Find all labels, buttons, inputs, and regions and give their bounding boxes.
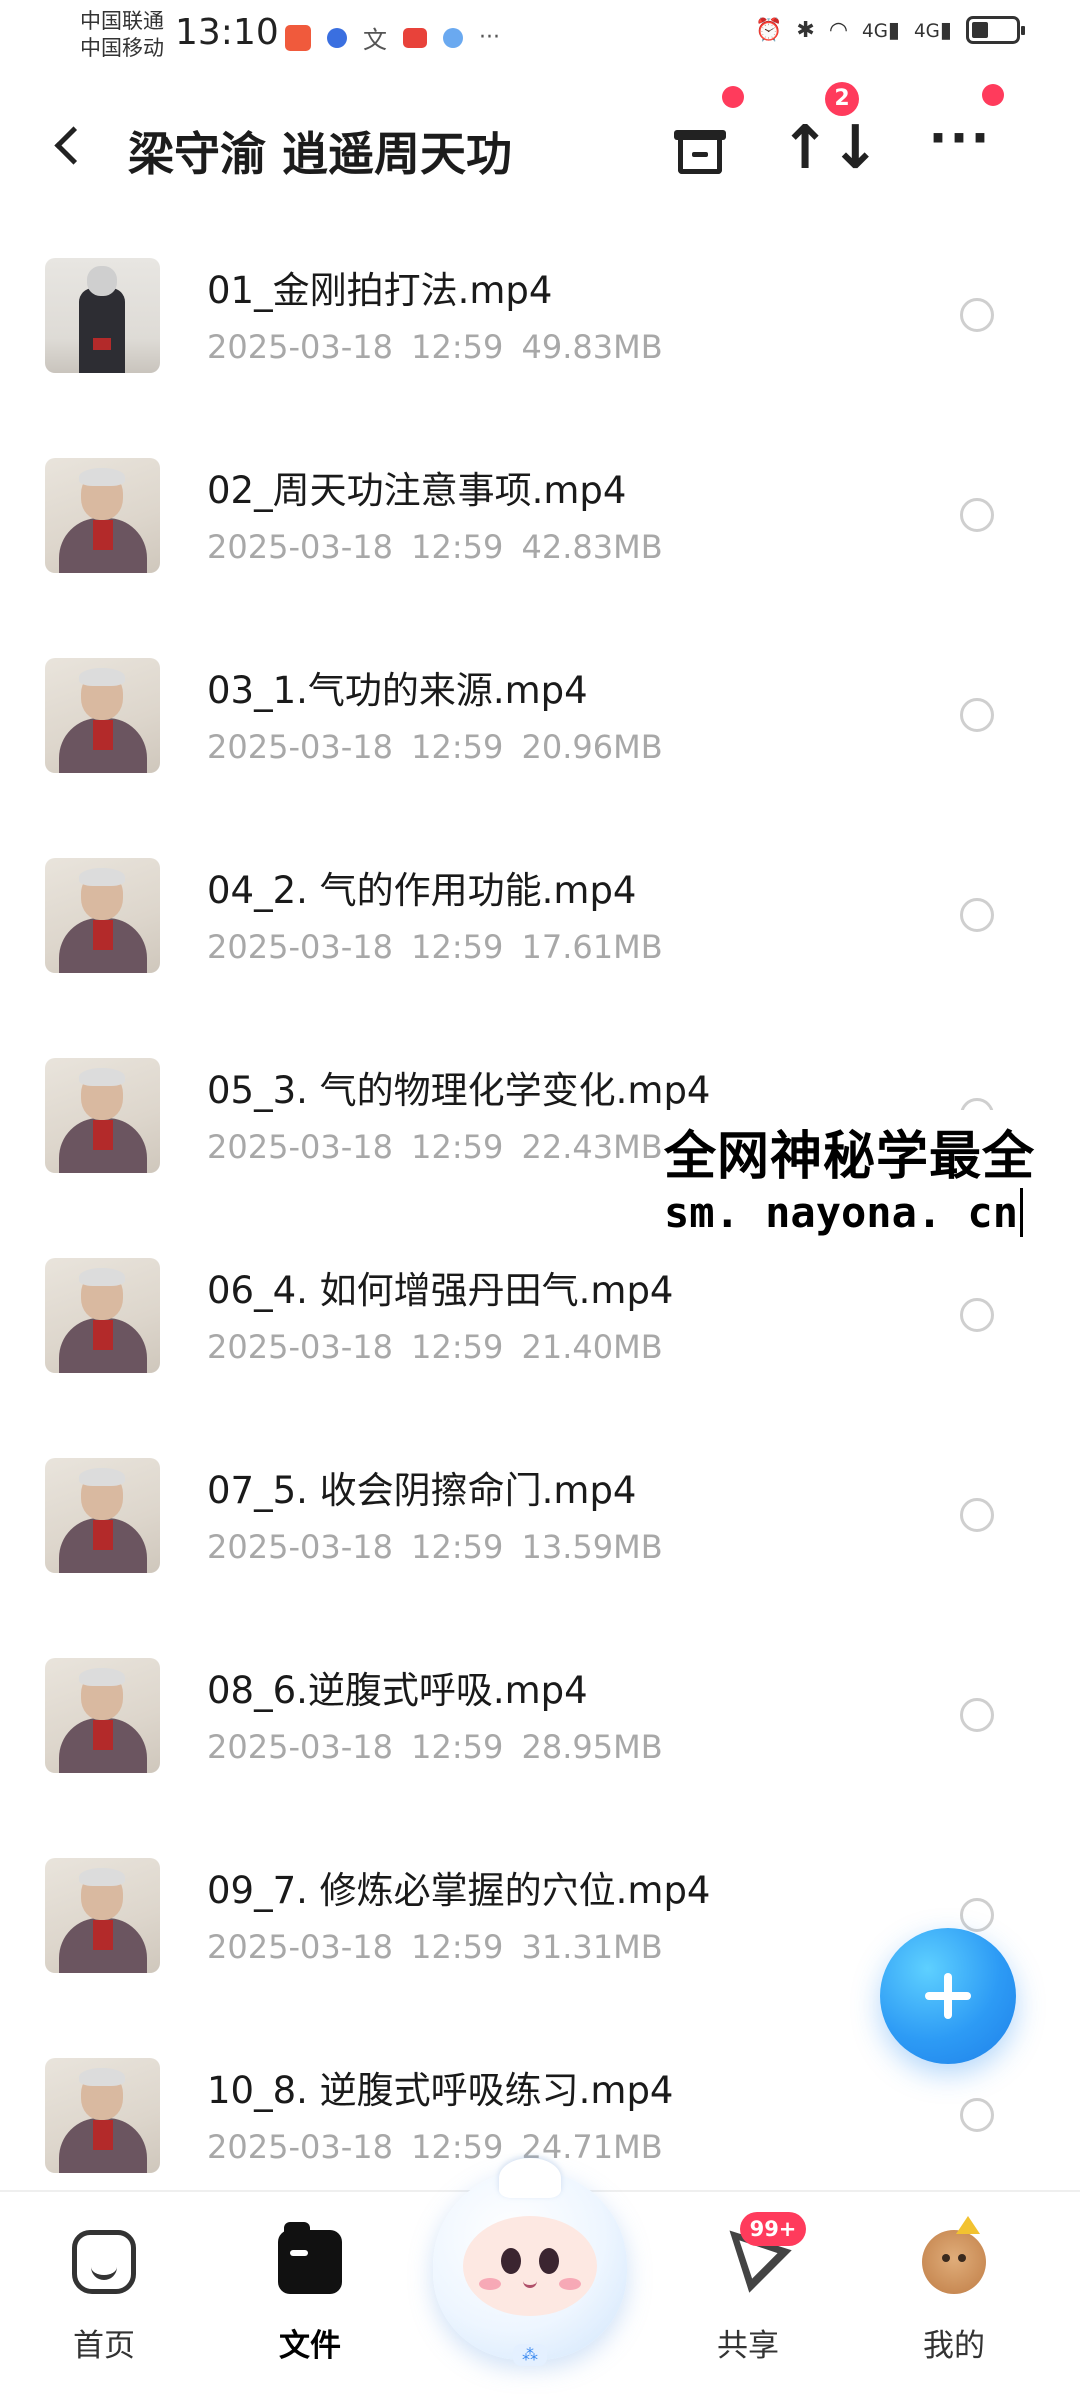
- signal-1-icon: 4G▮: [862, 17, 901, 43]
- more-notifications-icon: ···: [479, 25, 500, 50]
- transfer-sort-icon[interactable]: ↑↓: [780, 108, 881, 188]
- file-name: 04_2. 气的作用功能.mp4: [207, 869, 637, 912]
- file-meta: 2025-03-18 12:59 21.40MB: [207, 1328, 663, 1366]
- nav-share[interactable]: 99+ 共享: [678, 2209, 818, 2372]
- select-radio[interactable]: [960, 2098, 994, 2132]
- video-thumbnail: [45, 258, 160, 373]
- select-radio[interactable]: [960, 1298, 994, 1332]
- archive-icon[interactable]: [660, 108, 740, 188]
- share-badge: 99+: [740, 2212, 806, 2246]
- more-notification-dot: [982, 84, 1004, 106]
- carrier-1: 中国联通: [80, 9, 164, 33]
- select-radio[interactable]: [960, 698, 994, 732]
- nav-home-label: 首页: [73, 2328, 135, 2364]
- file-name: 10_8. 逆腹式呼吸练习.mp4: [207, 2069, 674, 2112]
- file-meta: 2025-03-18 12:59 13.59MB: [207, 1528, 663, 1566]
- nav-mine[interactable]: 我的: [884, 2212, 1024, 2372]
- video-thumbnail: [45, 658, 160, 773]
- more-options-icon[interactable]: ···: [920, 108, 1000, 188]
- home-icon: [72, 2230, 136, 2294]
- file-name: 09_7. 修炼必掌握的穴位.mp4: [207, 1869, 711, 1912]
- mascot-logo-icon: ⁂: [513, 2344, 547, 2366]
- file-meta: 2025-03-18 12:59 42.83MB: [207, 528, 663, 566]
- page-title: 梁守渝 逍遥周天功: [128, 127, 513, 181]
- header: 梁守渝 逍遥周天功 ↑↓ 2 ···: [0, 82, 1080, 200]
- video-thumbnail: [45, 2058, 160, 2173]
- select-radio[interactable]: [960, 1698, 994, 1732]
- book-icon: [403, 27, 427, 48]
- status-bar: 中国联通 中国移动 13:10 文 ··· ⏰ ✱ ◠ 4G▮ 4G▮: [0, 0, 1080, 70]
- video-thumbnail: [45, 1458, 160, 1573]
- avatar-icon: [922, 2216, 986, 2294]
- file-meta: 2025-03-18 12:59 22.43MB: [207, 1128, 663, 1166]
- nav-home[interactable]: 首页: [34, 2212, 174, 2372]
- status-time: 13:10: [175, 12, 279, 53]
- file-name: 01_金刚拍打法.mp4: [207, 269, 553, 312]
- ai-assistant-mascot[interactable]: ⁂: [425, 2130, 635, 2390]
- select-radio[interactable]: [960, 1498, 994, 1532]
- video-thumbnail: [45, 1658, 160, 1773]
- video-thumbnail: [45, 858, 160, 973]
- cloud-app-icon: [443, 27, 463, 48]
- file-name: 03_1.气功的来源.mp4: [207, 669, 588, 712]
- file-row[interactable]: 04_2. 气的作用功能.mp4 2025-03-18 12:59 17.61M…: [0, 820, 1080, 1020]
- signal-2-icon: 4G▮: [914, 17, 952, 43]
- video-thumbnail: [45, 1058, 160, 1173]
- file-name: 02_周天功注意事项.mp4: [207, 469, 627, 512]
- app-notification-icon: [285, 24, 311, 51]
- battery-icon: [966, 16, 1025, 44]
- file-meta: 2025-03-18 12:59 28.95MB: [207, 1728, 663, 1766]
- select-radio[interactable]: [960, 498, 994, 532]
- nav-files-label: 文件: [279, 2328, 341, 2364]
- transfer-badge: 2: [825, 82, 859, 116]
- select-radio[interactable]: [960, 298, 994, 332]
- nav-mine-label: 我的: [923, 2328, 985, 2364]
- archive-notification-dot: [722, 86, 744, 108]
- carrier-2: 中国移动: [80, 36, 164, 60]
- watermark-line-1: 全网神秘学最全: [664, 1127, 1036, 1187]
- video-thumbnail: [45, 458, 160, 573]
- watermark-line-2: sm. nayona. cn: [664, 1188, 1024, 1237]
- paw-icon: [327, 27, 347, 48]
- alarm-icon: ⏰: [754, 17, 783, 43]
- file-row[interactable]: 08_6.逆腹式呼吸.mp4 2025-03-18 12:59 28.95MB: [0, 1620, 1080, 1820]
- video-thumbnail: [45, 1258, 160, 1373]
- file-meta: 2025-03-18 12:59 17.61MB: [207, 928, 663, 966]
- file-name: 08_6.逆腹式呼吸.mp4: [207, 1669, 588, 1712]
- system-icons: ⏰ ✱ ◠ 4G▮ 4G▮: [754, 16, 1025, 44]
- nav-share-label: 共享: [717, 2328, 779, 2364]
- watermark-overlay: 全网神秘学最全 sm. nayona. cn: [662, 1110, 1080, 1255]
- select-radio[interactable]: [960, 898, 994, 932]
- back-icon[interactable]: [50, 120, 90, 170]
- select-radio[interactable]: [960, 1898, 994, 1932]
- bluetooth-icon: ✱: [796, 17, 815, 43]
- translate-icon: 文: [363, 26, 387, 54]
- video-thumbnail: [45, 1858, 160, 1973]
- carrier-info: 中国联通 中国移动: [80, 8, 164, 62]
- folder-icon: [278, 2222, 342, 2294]
- file-meta: 2025-03-18 12:59 20.96MB: [207, 728, 663, 766]
- file-row[interactable]: 03_1.气功的来源.mp4 2025-03-18 12:59 20.96MB: [0, 620, 1080, 820]
- file-name: 07_5. 收会阴擦命门.mp4: [207, 1469, 637, 1512]
- file-meta: 2025-03-18 12:59 31.31MB: [207, 1928, 663, 1966]
- wifi-icon: ◠: [828, 17, 849, 43]
- nav-files[interactable]: 文件: [240, 2212, 380, 2372]
- file-name: 05_3. 气的物理化学变化.mp4: [207, 1069, 711, 1112]
- file-meta: 2025-03-18 12:59 49.83MB: [207, 328, 663, 366]
- file-row[interactable]: 07_5. 收会阴擦命门.mp4 2025-03-18 12:59 13.59M…: [0, 1420, 1080, 1620]
- notification-icons: 文 ···: [285, 20, 500, 55]
- file-row[interactable]: 02_周天功注意事项.mp4 2025-03-18 12:59 42.83MB: [0, 420, 1080, 620]
- add-button[interactable]: [880, 1928, 1016, 2064]
- file-row[interactable]: 01_金刚拍打法.mp4 2025-03-18 12:59 49.83MB: [0, 220, 1080, 420]
- file-name: 06_4. 如何增强丹田气.mp4: [207, 1269, 674, 1312]
